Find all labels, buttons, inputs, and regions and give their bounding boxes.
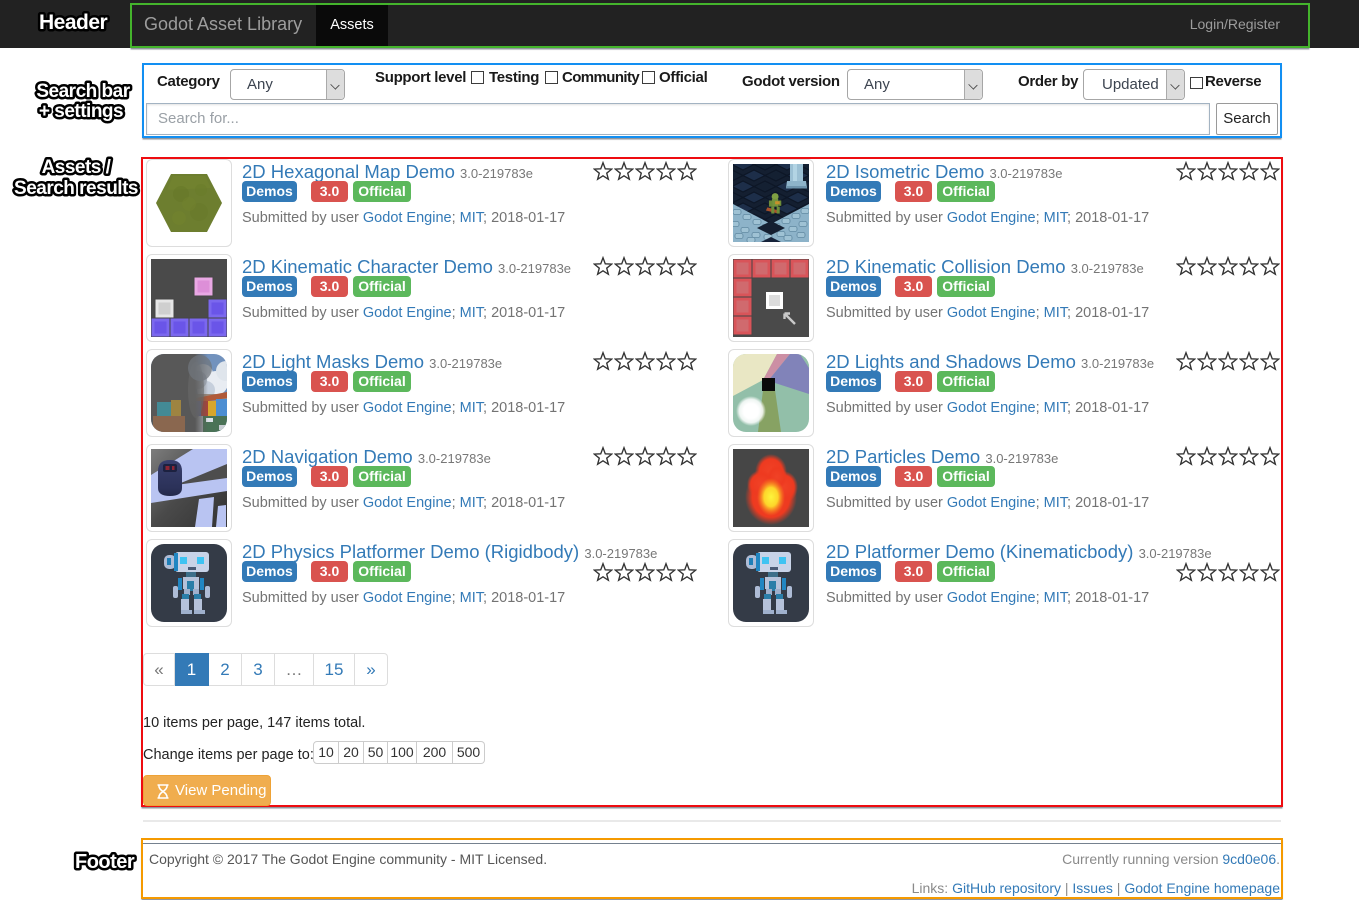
- svg-text:Assets /: Assets /: [42, 157, 112, 178]
- svg-text:Header: Header: [39, 11, 108, 34]
- svg-text:Footer: Footer: [75, 851, 135, 873]
- svg-text:Search bar: Search bar: [36, 81, 130, 102]
- svg-text:+ settings: + settings: [39, 101, 123, 122]
- svg-text:Search results: Search results: [14, 178, 138, 199]
